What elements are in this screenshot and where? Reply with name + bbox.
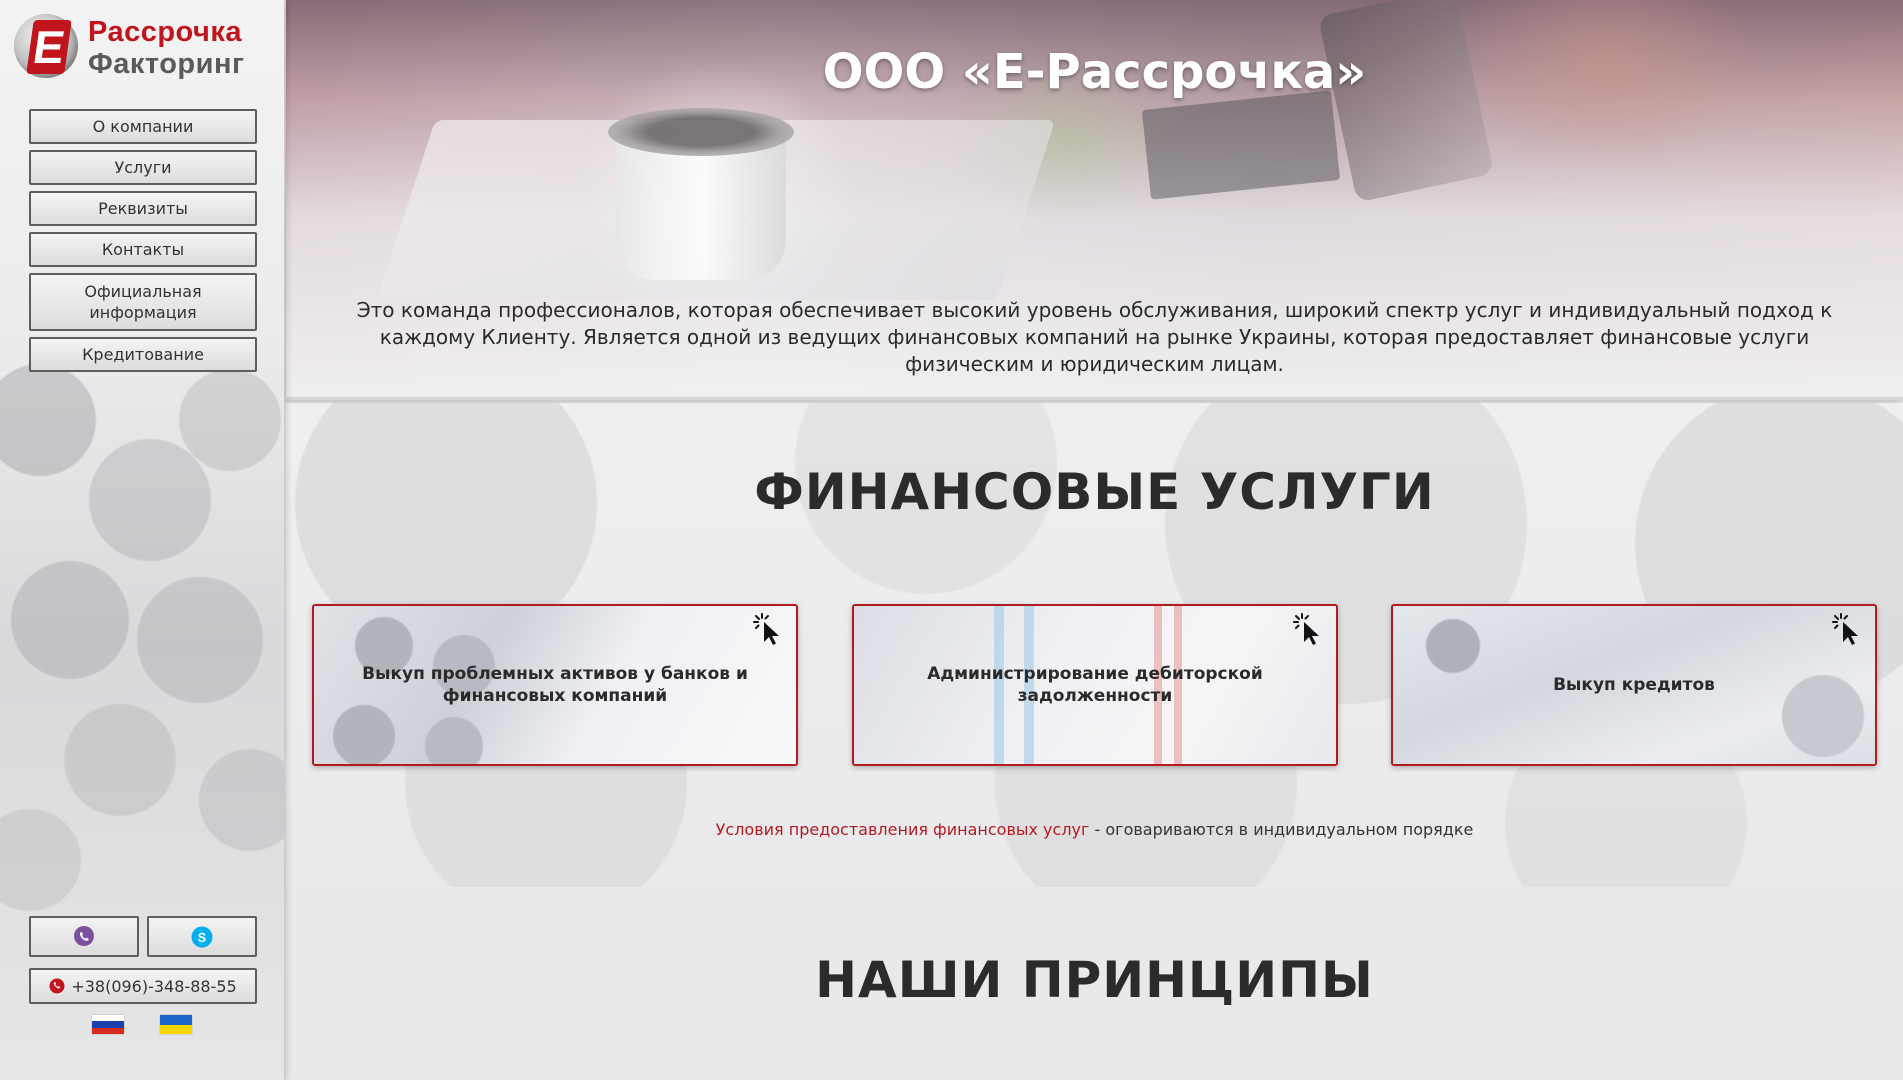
viber-button[interactable] xyxy=(29,916,139,957)
hero-phone-image xyxy=(1317,0,1495,203)
cursor-click-icon xyxy=(1293,613,1319,645)
nav-about-button[interactable]: О компании xyxy=(29,109,257,144)
services-terms-link[interactable]: Условия предоставления финансовых услуг xyxy=(716,820,1090,839)
service-card-label: Выкуп кредитов xyxy=(1553,675,1715,695)
hero-section: ООО «Е-Рассрочка» Это команда профессион… xyxy=(286,0,1903,400)
hero-cup-image xyxy=(608,108,794,280)
cursor-click-icon xyxy=(753,613,779,645)
hero-title: ООО «Е-Рассрочка» xyxy=(822,44,1367,100)
principles-section: НАШИ ПРИНЦИПЫ xyxy=(286,887,1903,1080)
hero-description: Это команда профессионалов, которая обес… xyxy=(356,298,1833,376)
service-card-problem-assets[interactable]: Выкуп проблемных активов у банков и фина… xyxy=(312,604,798,766)
nav-requisites-button[interactable]: Реквизиты xyxy=(29,191,257,226)
phone-number: +38(096)-348-88-55 xyxy=(71,976,237,996)
logo-mark-icon: E xyxy=(14,14,78,78)
nav-contacts-button[interactable]: Контакты xyxy=(29,232,257,267)
logo[interactable]: E Рассрочка Факторинг xyxy=(12,12,262,82)
sidebar: E Рассрочка Факторинг О компании Услуги … xyxy=(0,0,285,1080)
viber-icon xyxy=(74,925,94,946)
service-card-label: Выкуп проблемных активов у банков и фина… xyxy=(362,664,748,706)
nav-services-button[interactable]: Услуги xyxy=(29,150,257,185)
cursor-click-icon xyxy=(1832,613,1858,645)
services-section: ФИНАНСОВЫЕ УСЛУГИ Выкуп проблемных актив… xyxy=(286,403,1903,887)
phone-icon xyxy=(49,978,65,994)
logo-text-line1: Рассрочка xyxy=(88,16,243,48)
service-card-label: Администрирование дебиторской задолженно… xyxy=(927,664,1263,706)
logo-text-line2: Факторинг xyxy=(88,48,245,80)
services-note-text: - оговариваются в индивидуальном порядке xyxy=(1089,820,1474,839)
phone-button[interactable]: +38(096)-348-88-55 xyxy=(29,968,257,1004)
principles-title: НАШИ ПРИНЦИПЫ xyxy=(815,951,1374,1009)
hero-notebook-image xyxy=(1141,90,1341,200)
messenger-buttons xyxy=(29,916,257,957)
service-card-receivables[interactable]: Администрирование дебиторской задолженно… xyxy=(852,604,1338,766)
skype-button[interactable] xyxy=(147,916,257,957)
russian-flag-icon[interactable] xyxy=(92,1015,124,1034)
ukrainian-flag-icon[interactable] xyxy=(160,1015,192,1034)
services-note: Условия предоставления финансовых услуг … xyxy=(286,820,1903,839)
services-title: ФИНАНСОВЫЕ УСЛУГИ xyxy=(754,463,1435,521)
nav-official-info-button[interactable]: Официальная информация xyxy=(29,273,257,331)
nav-lending-button[interactable]: Кредитование xyxy=(29,337,257,372)
language-switcher xyxy=(92,1015,192,1034)
logo-letter: E xyxy=(26,20,72,74)
service-card-loan-buyout[interactable]: Выкуп кредитов xyxy=(1391,604,1877,766)
skype-icon xyxy=(191,926,213,947)
main-nav: О компании Услуги Реквизиты Контакты Офи… xyxy=(29,109,257,378)
main-content: ООО «Е-Рассрочка» Это команда профессион… xyxy=(286,0,1903,1080)
